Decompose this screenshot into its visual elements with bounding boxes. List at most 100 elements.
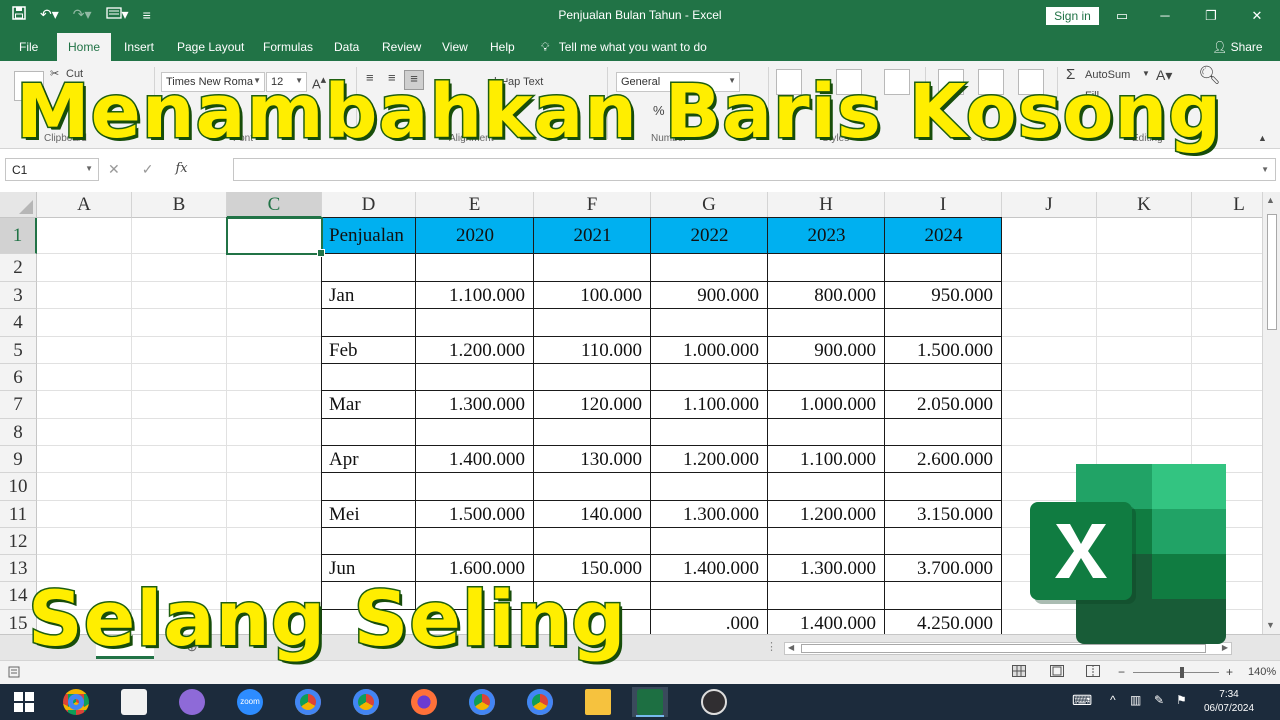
restore-icon[interactable]: ❐ — [1188, 0, 1234, 32]
tab-file[interactable]: File — [19, 40, 38, 54]
table-value-cell[interactable]: 2.050.000 — [885, 391, 1002, 419]
sheet-options-icon[interactable]: ⋮ — [766, 640, 777, 653]
system-clock[interactable]: 7:34 06/07/2024 — [1196, 688, 1262, 716]
tab-insert[interactable]: Insert — [124, 40, 154, 54]
table-value-cell[interactable]: 1.300.000 — [416, 391, 534, 419]
scroll-down-icon[interactable]: ▼ — [1266, 620, 1275, 630]
taskbar-obs[interactable] — [696, 687, 732, 717]
column-header-j[interactable]: J — [1002, 192, 1097, 218]
row-header-10[interactable]: 10 — [0, 473, 37, 501]
table-month-cell[interactable]: Jan — [322, 282, 416, 309]
taskbar-chrome-2[interactable] — [290, 687, 326, 717]
table-value-cell[interactable]: 800.000 — [768, 282, 885, 309]
column-header-a[interactable]: A — [37, 192, 132, 218]
tell-me-search[interactable]: 💡︎ Tell me what you want to do — [541, 40, 707, 55]
flag-icon[interactable]: ⚑ — [1176, 693, 1187, 707]
share-button[interactable]: 👤︎ Share — [1212, 40, 1263, 54]
taskbar-chrome-4[interactable] — [464, 687, 500, 717]
scroll-up-icon[interactable]: ▲ — [1266, 195, 1275, 205]
column-header-i[interactable]: I — [885, 192, 1002, 218]
tab-view[interactable]: View — [442, 40, 468, 54]
sign-in-button[interactable]: Sign in — [1046, 7, 1099, 25]
page-break-view-icon[interactable] — [1086, 665, 1100, 680]
zoom-level[interactable]: 140% — [1248, 666, 1276, 678]
table-value-cell[interactable]: 1.500.000 — [416, 501, 534, 528]
row-header-3[interactable]: 3 — [0, 282, 37, 309]
table-value-cell[interactable]: 1.000.000 — [768, 391, 885, 419]
collapse-ribbon-icon[interactable]: ▲ — [1258, 133, 1267, 143]
scroll-right-icon[interactable]: ▶ — [1222, 643, 1228, 652]
table-value-cell[interactable]: .000 — [651, 610, 768, 634]
taskbar-app-2[interactable] — [116, 687, 152, 717]
table-month-cell[interactable]: Apr — [322, 446, 416, 473]
pen-icon[interactable]: ✎ — [1154, 693, 1164, 707]
ribbon-display-options-icon[interactable]: ▭ — [1102, 0, 1142, 32]
column-header-g[interactable]: G — [651, 192, 768, 218]
row-header-11[interactable]: 11 — [0, 501, 37, 528]
table-value-cell[interactable]: 1.200.000 — [651, 446, 768, 473]
normal-view-icon[interactable] — [1012, 665, 1026, 680]
row-header-2[interactable]: 2 — [0, 254, 37, 282]
tab-help[interactable]: Help — [490, 40, 515, 54]
row-header-4[interactable]: 4 — [0, 309, 37, 337]
show-hidden-icons-icon[interactable]: ^ — [1110, 693, 1116, 707]
row-header-5[interactable]: 5 — [0, 337, 37, 364]
table-value-cell[interactable]: 1.500.000 — [885, 337, 1002, 364]
select-all-button[interactable] — [0, 192, 37, 218]
row-header-7[interactable]: 7 — [0, 391, 37, 419]
close-icon[interactable]: ✕ — [1234, 0, 1280, 32]
table-value-cell[interactable]: 1.400.000 — [651, 555, 768, 582]
table-header-cell[interactable]: 2022 — [651, 218, 768, 254]
table-header-cell[interactable]: Penjualan — [322, 218, 416, 254]
table-value-cell[interactable]: 100.000 — [534, 282, 651, 309]
table-month-cell[interactable]: Mar — [322, 391, 416, 419]
column-header-k[interactable]: K — [1097, 192, 1192, 218]
table-value-cell[interactable]: 1.400.000 — [768, 610, 885, 634]
zoom-in-button[interactable]: + — [1226, 665, 1233, 679]
taskbar-file-explorer[interactable] — [580, 687, 616, 717]
taskbar-chrome-1[interactable] — [58, 687, 94, 717]
formula-input[interactable]: ▼ — [233, 158, 1276, 181]
taskbar-chrome-3[interactable] — [348, 687, 384, 717]
table-value-cell[interactable]: 900.000 — [651, 282, 768, 309]
table-value-cell[interactable]: 1.400.000 — [416, 446, 534, 473]
column-header-f[interactable]: F — [534, 192, 651, 218]
zoom-slider[interactable] — [1133, 672, 1219, 673]
table-header-cell[interactable]: 2023 — [768, 218, 885, 254]
selected-cell-c1[interactable] — [226, 217, 325, 257]
table-value-cell[interactable]: 1.300.000 — [651, 501, 768, 528]
row-header-12[interactable]: 12 — [0, 528, 37, 555]
table-value-cell[interactable]: 950.000 — [885, 282, 1002, 309]
tab-page-layout[interactable]: Page Layout — [177, 40, 244, 54]
table-value-cell[interactable]: 3.150.000 — [885, 501, 1002, 528]
scroll-left-icon[interactable]: ◀ — [788, 643, 794, 652]
column-header-d[interactable]: D — [322, 192, 416, 218]
column-header-b[interactable]: B — [132, 192, 227, 218]
table-value-cell[interactable]: 1.100.000 — [651, 391, 768, 419]
cancel-formula-icon[interactable]: ✕ — [108, 161, 120, 178]
column-header-c[interactable]: C — [227, 192, 322, 218]
table-value-cell[interactable]: 4.250.000 — [885, 610, 1002, 634]
table-value-cell[interactable]: 1.200.000 — [768, 501, 885, 528]
insert-function-icon[interactable]: fx — [175, 161, 187, 178]
table-header-cell[interactable]: 2021 — [534, 218, 651, 254]
table-header-cell[interactable]: 2024 — [885, 218, 1002, 254]
table-header-cell[interactable]: 2020 — [416, 218, 534, 254]
row-header-6[interactable]: 6 — [0, 364, 37, 391]
zoom-out-button[interactable]: − — [1118, 665, 1125, 679]
taskbar-firefox[interactable] — [406, 687, 442, 717]
table-value-cell[interactable]: 1.000.000 — [651, 337, 768, 364]
taskbar-excel[interactable] — [632, 687, 668, 717]
tab-formulas[interactable]: Formulas — [263, 40, 313, 54]
taskbar-app-3[interactable] — [174, 687, 210, 717]
vertical-scrollbar[interactable]: ▲ ▼ — [1262, 192, 1280, 634]
column-header-h[interactable]: H — [768, 192, 885, 218]
name-box[interactable]: C1 ▼ — [5, 158, 99, 181]
table-value-cell[interactable]: 110.000 — [534, 337, 651, 364]
table-value-cell[interactable]: 140.000 — [534, 501, 651, 528]
table-value-cell[interactable]: 2.600.000 — [885, 446, 1002, 473]
column-header-l[interactable]: L — [1192, 192, 1262, 218]
enter-formula-icon[interactable]: ✓ — [142, 161, 154, 178]
tab-review[interactable]: Review — [382, 40, 421, 54]
start-button[interactable] — [6, 687, 42, 717]
